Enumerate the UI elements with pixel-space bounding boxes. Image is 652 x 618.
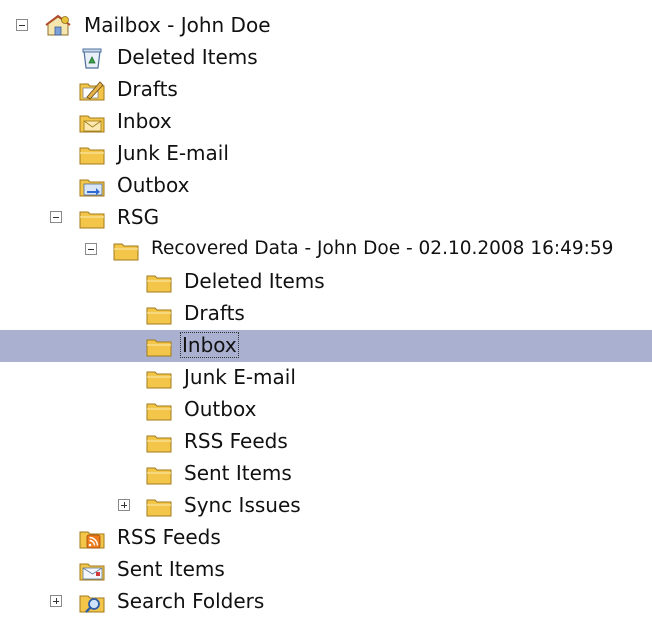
folder-icon [145, 334, 173, 358]
tree-node-junk-email[interactable]: Junk E-mail [0, 138, 652, 170]
tree-node-sent-items[interactable]: Sent Items [0, 554, 652, 586]
folder-tree: Mailbox - John Doe Deleted Items Drafts [0, 10, 652, 618]
tree-node-recovered-deleted-items[interactable]: Deleted Items [0, 266, 652, 298]
tree-node-recovered-data[interactable]: Recovered Data - John Doe - 02.10.2008 1… [0, 234, 652, 266]
folder-icon [78, 206, 106, 230]
tree-node-label: RSS Feeds [117, 525, 221, 549]
folder-icon [145, 462, 173, 486]
tree-node-label: Outbox [184, 397, 257, 421]
tree-node-mailbox[interactable]: Mailbox - John Doe [0, 10, 652, 42]
search-folder-icon [78, 590, 106, 614]
tree-node-label: Sync Issues [184, 493, 301, 517]
tree-node-search-folders[interactable]: Search Folders [0, 586, 652, 618]
tree-node-label: Junk E-mail [184, 365, 296, 389]
tree-node-label: Mailbox - John Doe [84, 13, 271, 37]
folder-icon [145, 398, 173, 422]
outbox-folder-icon [78, 174, 106, 198]
tree-node-inbox[interactable]: Inbox [0, 106, 652, 138]
tree-node-label: RSG [117, 205, 160, 229]
tree-node-label: Sent Items [117, 557, 225, 581]
tree-node-label: Junk E-mail [117, 141, 229, 165]
folder-icon [145, 302, 173, 326]
rss-folder-icon [78, 526, 106, 550]
folder-icon [145, 430, 173, 454]
tree-node-recovered-rss-feeds[interactable]: RSS Feeds [0, 426, 652, 458]
folder-icon [145, 366, 173, 390]
collapse-toggle[interactable] [85, 243, 97, 255]
tree-node-label: Recovered Data - John Doe - 02.10.2008 1… [151, 238, 614, 259]
tree-node-label: Sent Items [184, 461, 292, 485]
sent-items-folder-icon [78, 558, 106, 582]
folder-icon [78, 142, 106, 166]
tree-node-label: Drafts [184, 301, 245, 325]
tree-node-label: Deleted Items [184, 269, 325, 293]
tree-node-recovered-sent-items[interactable]: Sent Items [0, 458, 652, 490]
tree-node-label: RSS Feeds [184, 429, 288, 453]
tree-node-recovered-sync-issues[interactable]: Sync Issues [0, 490, 652, 522]
inbox-folder-icon [78, 110, 106, 134]
folder-icon [145, 494, 173, 518]
tree-node-rsg[interactable]: RSG [0, 202, 652, 234]
tree-node-label: Inbox [180, 332, 239, 358]
collapse-toggle[interactable] [16, 19, 28, 31]
tree-node-label: Deleted Items [117, 45, 258, 69]
tree-node-drafts[interactable]: Drafts [0, 74, 652, 106]
expand-toggle[interactable] [118, 499, 130, 511]
collapse-toggle[interactable] [50, 211, 62, 223]
tree-node-recovered-drafts[interactable]: Drafts [0, 298, 652, 330]
tree-node-label: Drafts [117, 77, 178, 101]
folder-icon [145, 270, 173, 294]
tree-node-recovered-inbox[interactable]: Inbox [0, 330, 652, 362]
expand-toggle[interactable] [50, 595, 62, 607]
tree-node-label: Search Folders [117, 589, 265, 613]
recycle-bin-icon [78, 46, 106, 70]
tree-node-recovered-junk-email[interactable]: Junk E-mail [0, 362, 652, 394]
tree-node-rss-feeds[interactable]: RSS Feeds [0, 522, 652, 554]
folder-icon [112, 238, 140, 262]
tree-node-outbox[interactable]: Outbox [0, 170, 652, 202]
tree-node-label: Inbox [117, 109, 172, 133]
tree-node-label: Outbox [117, 173, 190, 197]
tree-node-deleted-items[interactable]: Deleted Items [0, 42, 652, 74]
drafts-folder-icon [78, 78, 106, 102]
mailbox-home-icon [44, 14, 72, 38]
tree-node-recovered-outbox[interactable]: Outbox [0, 394, 652, 426]
